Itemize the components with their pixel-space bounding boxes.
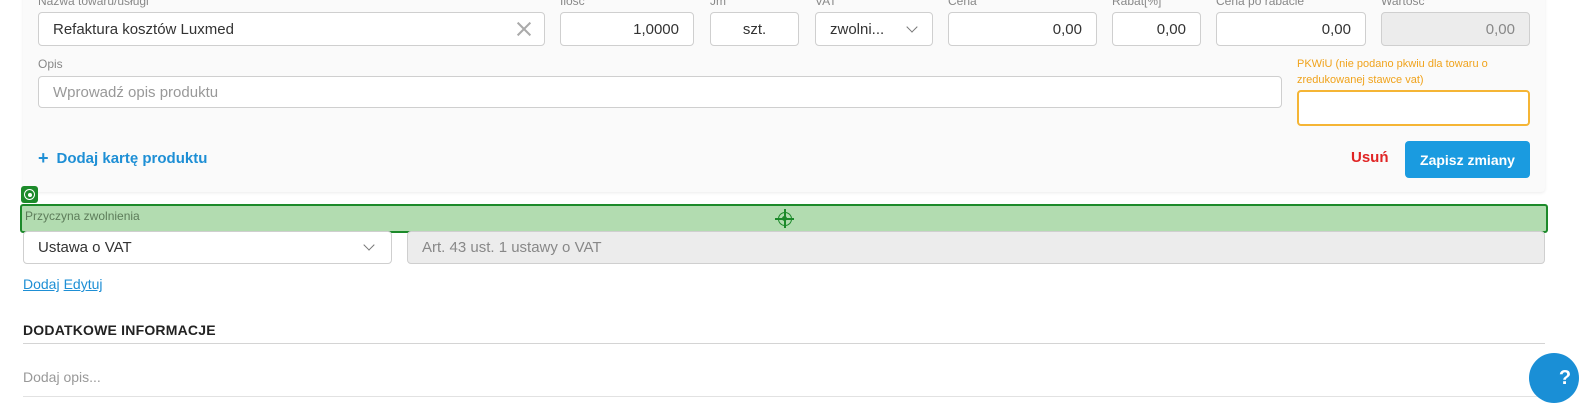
- product-name-value: Refaktura kosztów Luxmed: [53, 20, 234, 38]
- chevron-down-icon: [906, 21, 918, 33]
- price-label: Cena: [948, 0, 977, 8]
- invoice-editor: Nazwa towaru/usługi Refaktura kosztów Lu…: [0, 0, 1579, 420]
- divider: [23, 343, 1545, 344]
- net-price-input[interactable]: 0,00: [1216, 12, 1366, 46]
- unit-input[interactable]: szt.: [710, 12, 799, 46]
- exemption-article-field: Art. 43 ust. 1 ustawy o VAT: [407, 231, 1545, 264]
- exemption-reason-highlight: Przyczyna zwolnienia: [20, 204, 1548, 233]
- pkwiu-input[interactable]: [1297, 90, 1530, 126]
- vat-select-value: zwolni...: [830, 20, 885, 38]
- vat-select[interactable]: zwolni...: [815, 12, 933, 46]
- pkwiu-label: PKWiU (nie podano pkwiu dla towaru o zre…: [1297, 58, 1488, 86]
- total-value: 0,00: [1381, 12, 1530, 46]
- edit-exemption-link[interactable]: Edytuj: [64, 276, 103, 292]
- unit-label: Jm: [710, 0, 726, 8]
- quantity-label: Ilość: [560, 0, 585, 8]
- discount-input[interactable]: 0,00: [1112, 12, 1201, 46]
- exemption-links: Dodaj Edytuj: [23, 276, 107, 292]
- total-label: Wartość: [1381, 0, 1425, 8]
- help-button[interactable]: ?: [1529, 353, 1579, 403]
- remove-button[interactable]: Usuń: [1351, 149, 1389, 166]
- crosshair-icon: [775, 209, 794, 228]
- target-icon: [21, 186, 38, 203]
- price-input[interactable]: 0,00: [948, 12, 1097, 46]
- exemption-basis-value: Ustawa o VAT: [38, 239, 132, 256]
- add-exemption-link[interactable]: Dodaj: [23, 276, 60, 292]
- additional-info-title: DODATKOWE INFORMACJE: [23, 322, 216, 338]
- quantity-input[interactable]: 1,0000: [560, 12, 694, 46]
- exemption-basis-select[interactable]: Ustawa o VAT: [23, 231, 392, 264]
- product-name-input[interactable]: Refaktura kosztów Luxmed: [38, 12, 545, 46]
- product-name-label: Nazwa towaru/usługi: [38, 0, 149, 8]
- discount-label: Rabat[%]: [1112, 0, 1162, 8]
- clear-icon[interactable]: [516, 21, 532, 37]
- chevron-down-icon: [363, 239, 375, 251]
- net-price-label: Cena po rabacie: [1216, 0, 1305, 8]
- divider: [23, 396, 1545, 397]
- add-product-card-label: Dodaj kartę produktu: [56, 149, 208, 167]
- exemption-reason-label: Przyczyna zwolnienia: [25, 209, 140, 223]
- description-label: Opis: [38, 57, 63, 71]
- plus-icon: +: [38, 148, 49, 168]
- description-input[interactable]: Wprowadź opis produktu: [38, 76, 1282, 108]
- save-changes-button[interactable]: Zapisz zmiany: [1405, 141, 1530, 178]
- add-product-card-link[interactable]: + Dodaj kartę produktu: [38, 149, 207, 167]
- vat-label: VAT: [815, 0, 837, 8]
- additional-description-input[interactable]: Dodaj opis...: [23, 369, 101, 385]
